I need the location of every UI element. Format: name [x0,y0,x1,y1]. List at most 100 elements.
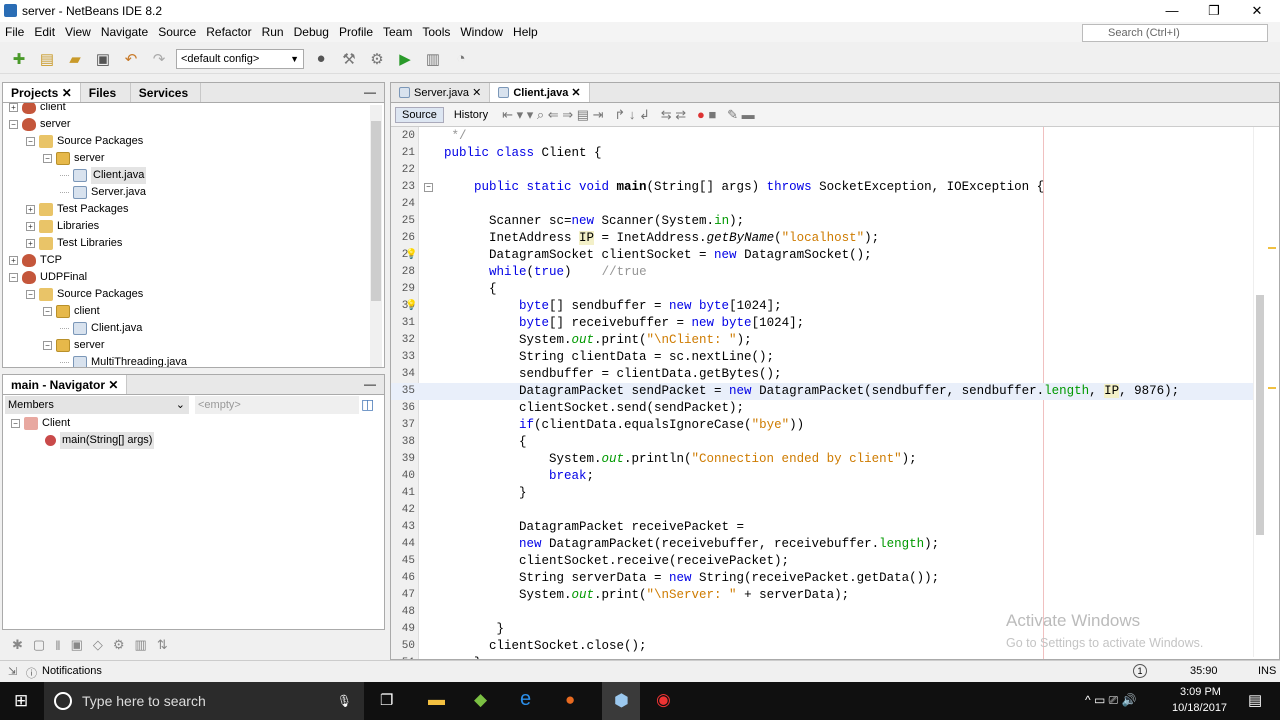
tree-item[interactable]: − Source Packages [26,286,143,303]
run-icon[interactable]: ▶ [394,48,416,70]
minimize-button[interactable]: — [1150,0,1194,22]
expand-toggle-icon[interactable]: − [9,273,18,282]
menu-source[interactable]: Source [153,25,201,39]
tree-item[interactable]: − server [9,116,71,133]
window-icon[interactable]: ▢ [33,637,45,653]
columns-icon[interactable]: ▥ [135,637,147,653]
tree-scrollbar[interactable] [370,105,382,367]
tree-item[interactable]: + TCP [9,252,62,269]
code-area[interactable]: 20 */21 public class Client {22 23− public s… [391,127,1255,659]
taskbar-search[interactable]: Type here to search 🎙 [44,682,364,720]
expand-toggle-icon[interactable]: − [26,290,35,299]
tree-item[interactable]: MultiThreading.java [60,354,187,367]
firefox-icon[interactable]: ● [565,690,575,710]
minimize-panel-icon[interactable]: — [364,375,384,394]
close-icon[interactable]: ✕ [108,378,118,392]
menu-team[interactable]: Team [378,25,417,39]
menu-help[interactable]: Help [508,25,543,39]
filter-icon[interactable]: ◇ [93,637,103,653]
tab-navigator[interactable]: main - Navigator ✕ [3,375,128,394]
members-filter-select[interactable]: Members ⌄ [5,396,189,414]
notifications-link[interactable]: Notifications [42,665,102,677]
lock-icon[interactable]: ▣ [71,637,83,653]
new-project-icon[interactable]: ✚ [8,48,30,70]
close-icon[interactable]: ✕ [568,87,580,99]
editor-tools-icon[interactable]: ⇤ ▾ ▾ ⌕ ⇐ ⇒ ▤ ⇥ ↱ ↓ ↲ ⇆ ⇄ ● ■ ✎ ▬ [502,107,755,123]
fold-toggle-icon[interactable]: − [424,183,433,192]
undo-icon[interactable]: ↶ [120,48,142,70]
profile-icon[interactable]: ◔ [450,48,472,70]
navigator-method[interactable]: main(String[] args) [45,432,155,449]
expand-toggle-icon[interactable]: + [26,222,35,231]
tab-client-java[interactable]: Client.java ✕ [490,83,590,102]
source-mode-button[interactable]: Source [395,106,444,123]
tab-server-java[interactable]: Server.java ✕ [391,83,491,102]
minimize-panel-icon[interactable]: — [364,83,384,102]
file-explorer-icon[interactable]: ▬ [428,690,445,710]
tree-item[interactable]: + client [9,103,66,116]
clean-build-icon[interactable]: ⚙ [366,48,388,70]
tree-item[interactable]: Client.java [60,320,142,337]
settings-icon[interactable]: ⚙ [113,637,125,653]
menu-profile[interactable]: Profile [334,25,378,39]
action-center-icon[interactable]: ▤ [1248,691,1262,709]
output-icon[interactable]: ⇲ [8,665,17,678]
expand-toggle-icon[interactable]: − [43,154,52,163]
save-all-icon[interactable]: ▣ [92,48,114,70]
expand-toggle-icon[interactable]: + [9,103,18,112]
config-select[interactable]: <default config> ▼ [176,48,304,69]
debug-icon[interactable]: ▥ [422,48,444,70]
netbeans-task-button[interactable]: ⬢ [602,682,640,720]
close-button[interactable]: ✕ [1235,0,1279,22]
recorder-icon[interactable]: ◉ [656,690,671,710]
menu-debug[interactable]: Debug [289,25,334,39]
expand-toggle-icon[interactable]: − [43,307,52,316]
tree-item[interactable]: − server [43,337,105,354]
menu-window[interactable]: Window [455,25,508,39]
task-view-icon[interactable]: ❐ [380,691,393,709]
history-mode-button[interactable]: History [448,108,494,122]
menu-edit[interactable]: Edit [29,25,60,39]
microphone-icon[interactable]: 🎙 [337,694,352,708]
close-icon[interactable]: ✕ [62,86,72,100]
bug-icon[interactable]: ✱ [12,637,23,653]
expand-toggle-icon[interactable]: − [9,120,18,129]
edge-icon[interactable]: e [520,688,531,711]
globe-icon[interactable]: ● [310,48,332,70]
android-studio-icon[interactable]: ◆ [474,690,487,710]
warning-bulb-icon[interactable]: 💡 [405,298,417,315]
tree-item[interactable]: + Test Packages [26,201,129,218]
tree-item[interactable]: − server [43,150,105,167]
sort-icon[interactable]: ⇅ [157,637,168,653]
expand-toggle-icon[interactable]: + [26,205,35,214]
scope-select[interactable]: <empty> [195,396,359,414]
tree-item[interactable]: Server.java [60,184,146,201]
new-file-icon[interactable]: ▤ [36,48,58,70]
system-tray-icons[interactable]: ^ ▭ ⎚ 🔊 [1085,693,1137,708]
tree-item[interactable]: Client.java [60,167,147,184]
menu-view[interactable]: View [60,25,96,39]
editor-scrollbar[interactable] [1253,127,1277,657]
navigator-class[interactable]: − Client [11,415,70,432]
tree-item[interactable]: − Source Packages [26,133,143,150]
tree-item[interactable]: + Libraries [26,218,99,235]
maximize-button[interactable]: ❐ [1192,0,1236,22]
menu-file[interactable]: File [0,25,29,39]
tab-projects[interactable]: Projects ✕ [3,83,81,102]
tab-services[interactable]: Services [131,83,201,102]
search-input[interactable]: Search (Ctrl+I) [1082,24,1268,42]
menu-tools[interactable]: Tools [417,25,455,39]
close-icon[interactable]: ✕ [469,87,481,99]
tree-item[interactable]: + Test Libraries [26,235,122,252]
layout-icon[interactable]: ◫ [361,396,374,413]
menu-run[interactable]: Run [257,25,289,39]
tree-item[interactable]: − UDPFinal [9,269,87,286]
expand-toggle-icon[interactable]: − [43,341,52,350]
menu-refactor[interactable]: Refactor [201,25,256,39]
warning-bulb-icon[interactable]: 💡 [405,247,417,264]
build-icon[interactable]: ⚒ [338,48,360,70]
pause-icon[interactable]: ‖ [55,638,60,653]
notifications-icon[interactable]: ⓘ [26,665,37,681]
expand-toggle-icon[interactable]: + [26,239,35,248]
notification-badge[interactable]: 1 [1133,664,1147,678]
